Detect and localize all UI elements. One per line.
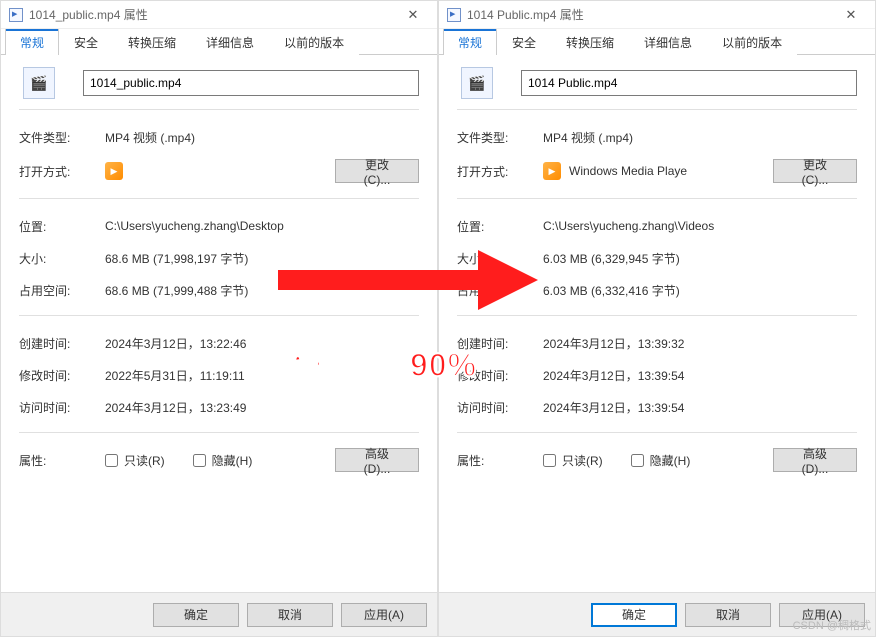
label-disk: 占用空间:	[19, 282, 105, 299]
label-modified: 修改时间:	[457, 367, 543, 384]
dialog-body: 文件类型: MP4 视频 (.mp4) 打开方式: Windows Media …	[439, 55, 875, 592]
value-size: 68.6 MB (71,998,197 字节)	[105, 250, 419, 267]
file-icon	[9, 8, 23, 22]
dialog-body: 文件类型: MP4 视频 (.mp4) 打开方式: 更改(C)... 位置: C…	[1, 55, 437, 592]
label-filetype: 文件类型:	[19, 129, 105, 146]
ok-button[interactable]: 确定	[591, 603, 677, 627]
value-location: C:\Users\yucheng.zhang\Videos	[543, 219, 857, 233]
filename-input[interactable]	[521, 70, 857, 96]
hidden-label: 隐藏(H)	[212, 452, 253, 469]
label-accessed: 访问时间:	[457, 399, 543, 416]
close-button[interactable]: ✕	[393, 2, 433, 28]
separator	[19, 109, 419, 110]
tab-details[interactable]: 详细信息	[629, 29, 707, 55]
separator	[457, 315, 857, 316]
change-button[interactable]: 更改(C)...	[335, 159, 419, 183]
separator	[19, 315, 419, 316]
value-filetype: MP4 视频 (.mp4)	[105, 129, 419, 146]
apply-button[interactable]: 应用(A)	[341, 603, 427, 627]
advanced-button[interactable]: 高级(D)...	[335, 448, 419, 472]
hidden-label: 隐藏(H)	[650, 452, 691, 469]
value-disk: 68.6 MB (71,999,488 字节)	[105, 282, 419, 299]
change-button[interactable]: 更改(C)...	[773, 159, 857, 183]
tab-security[interactable]: 安全	[497, 29, 551, 55]
label-attributes: 属性:	[457, 452, 543, 469]
video-file-icon	[461, 67, 493, 99]
watermark-text: CSDN @稠格式	[793, 617, 871, 633]
tab-general[interactable]: 常规	[5, 29, 59, 55]
separator	[457, 432, 857, 433]
dialog-left: 1014_public.mp4 属性 ✕ 常规 安全 转换压缩 详细信息 以前的…	[0, 0, 438, 637]
tabs: 常规 安全 转换压缩 详细信息 以前的版本	[1, 29, 437, 55]
tab-previous[interactable]: 以前的版本	[707, 29, 797, 55]
advanced-button[interactable]: 高级(D)...	[773, 448, 857, 472]
separator	[19, 198, 419, 199]
window-title: 1014 Public.mp4 属性	[467, 6, 831, 23]
label-created: 创建时间:	[457, 335, 543, 352]
label-location: 位置:	[19, 218, 105, 235]
tab-compress[interactable]: 转换压缩	[551, 29, 629, 55]
label-created: 创建时间:	[19, 335, 105, 352]
file-icon	[447, 8, 461, 22]
checkbox-readonly[interactable]: 只读(R)	[105, 452, 165, 469]
app-icon	[105, 162, 123, 180]
cancel-button[interactable]: 取消	[247, 603, 333, 627]
value-modified: 2022年5月31日，11:19:11	[105, 367, 419, 384]
hidden-check[interactable]	[631, 454, 644, 467]
label-size: 大小:	[19, 250, 105, 267]
titlebar: 1014 Public.mp4 属性 ✕	[439, 1, 875, 29]
window-title: 1014_public.mp4 属性	[29, 6, 393, 23]
dialog-right: 1014 Public.mp4 属性 ✕ 常规 安全 转换压缩 详细信息 以前的…	[438, 0, 876, 637]
tab-previous[interactable]: 以前的版本	[269, 29, 359, 55]
label-accessed: 访问时间:	[19, 399, 105, 416]
label-openwith: 打开方式:	[457, 163, 543, 180]
readonly-label: 只读(R)	[124, 452, 165, 469]
checkbox-readonly[interactable]: 只读(R)	[543, 452, 603, 469]
value-size: 6.03 MB (6,329,945 字节)	[543, 250, 857, 267]
label-modified: 修改时间:	[19, 367, 105, 384]
cancel-button[interactable]: 取消	[685, 603, 771, 627]
close-button[interactable]: ✕	[831, 2, 871, 28]
separator	[19, 432, 419, 433]
value-openwith: Windows Media Playe	[569, 164, 687, 178]
value-location: C:\Users\yucheng.zhang\Desktop	[105, 219, 419, 233]
tab-compress[interactable]: 转换压缩	[113, 29, 191, 55]
close-icon: ✕	[846, 7, 857, 23]
app-icon	[543, 162, 561, 180]
ok-button[interactable]: 确定	[153, 603, 239, 627]
readonly-label: 只读(R)	[562, 452, 603, 469]
tab-general[interactable]: 常规	[443, 29, 497, 55]
label-disk: 占用空间:	[457, 282, 543, 299]
label-filetype: 文件类型:	[457, 129, 543, 146]
value-accessed: 2024年3月12日，13:23:49	[105, 399, 419, 416]
readonly-check[interactable]	[105, 454, 118, 467]
checkbox-hidden[interactable]: 隐藏(H)	[193, 452, 253, 469]
hidden-check[interactable]	[193, 454, 206, 467]
value-disk: 6.03 MB (6,332,416 字节)	[543, 282, 857, 299]
close-icon: ✕	[408, 7, 419, 23]
dialog-footer: 确定 取消 应用(A)	[1, 592, 437, 636]
separator	[457, 198, 857, 199]
separator	[457, 109, 857, 110]
tabs: 常规 安全 转换压缩 详细信息 以前的版本	[439, 29, 875, 55]
value-created: 2024年3月12日，13:22:46	[105, 335, 419, 352]
value-filetype: MP4 视频 (.mp4)	[543, 129, 857, 146]
video-file-icon	[23, 67, 55, 99]
label-size: 大小:	[457, 250, 543, 267]
value-created: 2024年3月12日，13:39:32	[543, 335, 857, 352]
label-location: 位置:	[457, 218, 543, 235]
tab-security[interactable]: 安全	[59, 29, 113, 55]
label-openwith: 打开方式:	[19, 163, 105, 180]
value-accessed: 2024年3月12日，13:39:54	[543, 399, 857, 416]
checkbox-hidden[interactable]: 隐藏(H)	[631, 452, 691, 469]
titlebar: 1014_public.mp4 属性 ✕	[1, 1, 437, 29]
filename-input[interactable]	[83, 70, 419, 96]
label-attributes: 属性:	[19, 452, 105, 469]
value-modified: 2024年3月12日，13:39:54	[543, 367, 857, 384]
readonly-check[interactable]	[543, 454, 556, 467]
tab-details[interactable]: 详细信息	[191, 29, 269, 55]
